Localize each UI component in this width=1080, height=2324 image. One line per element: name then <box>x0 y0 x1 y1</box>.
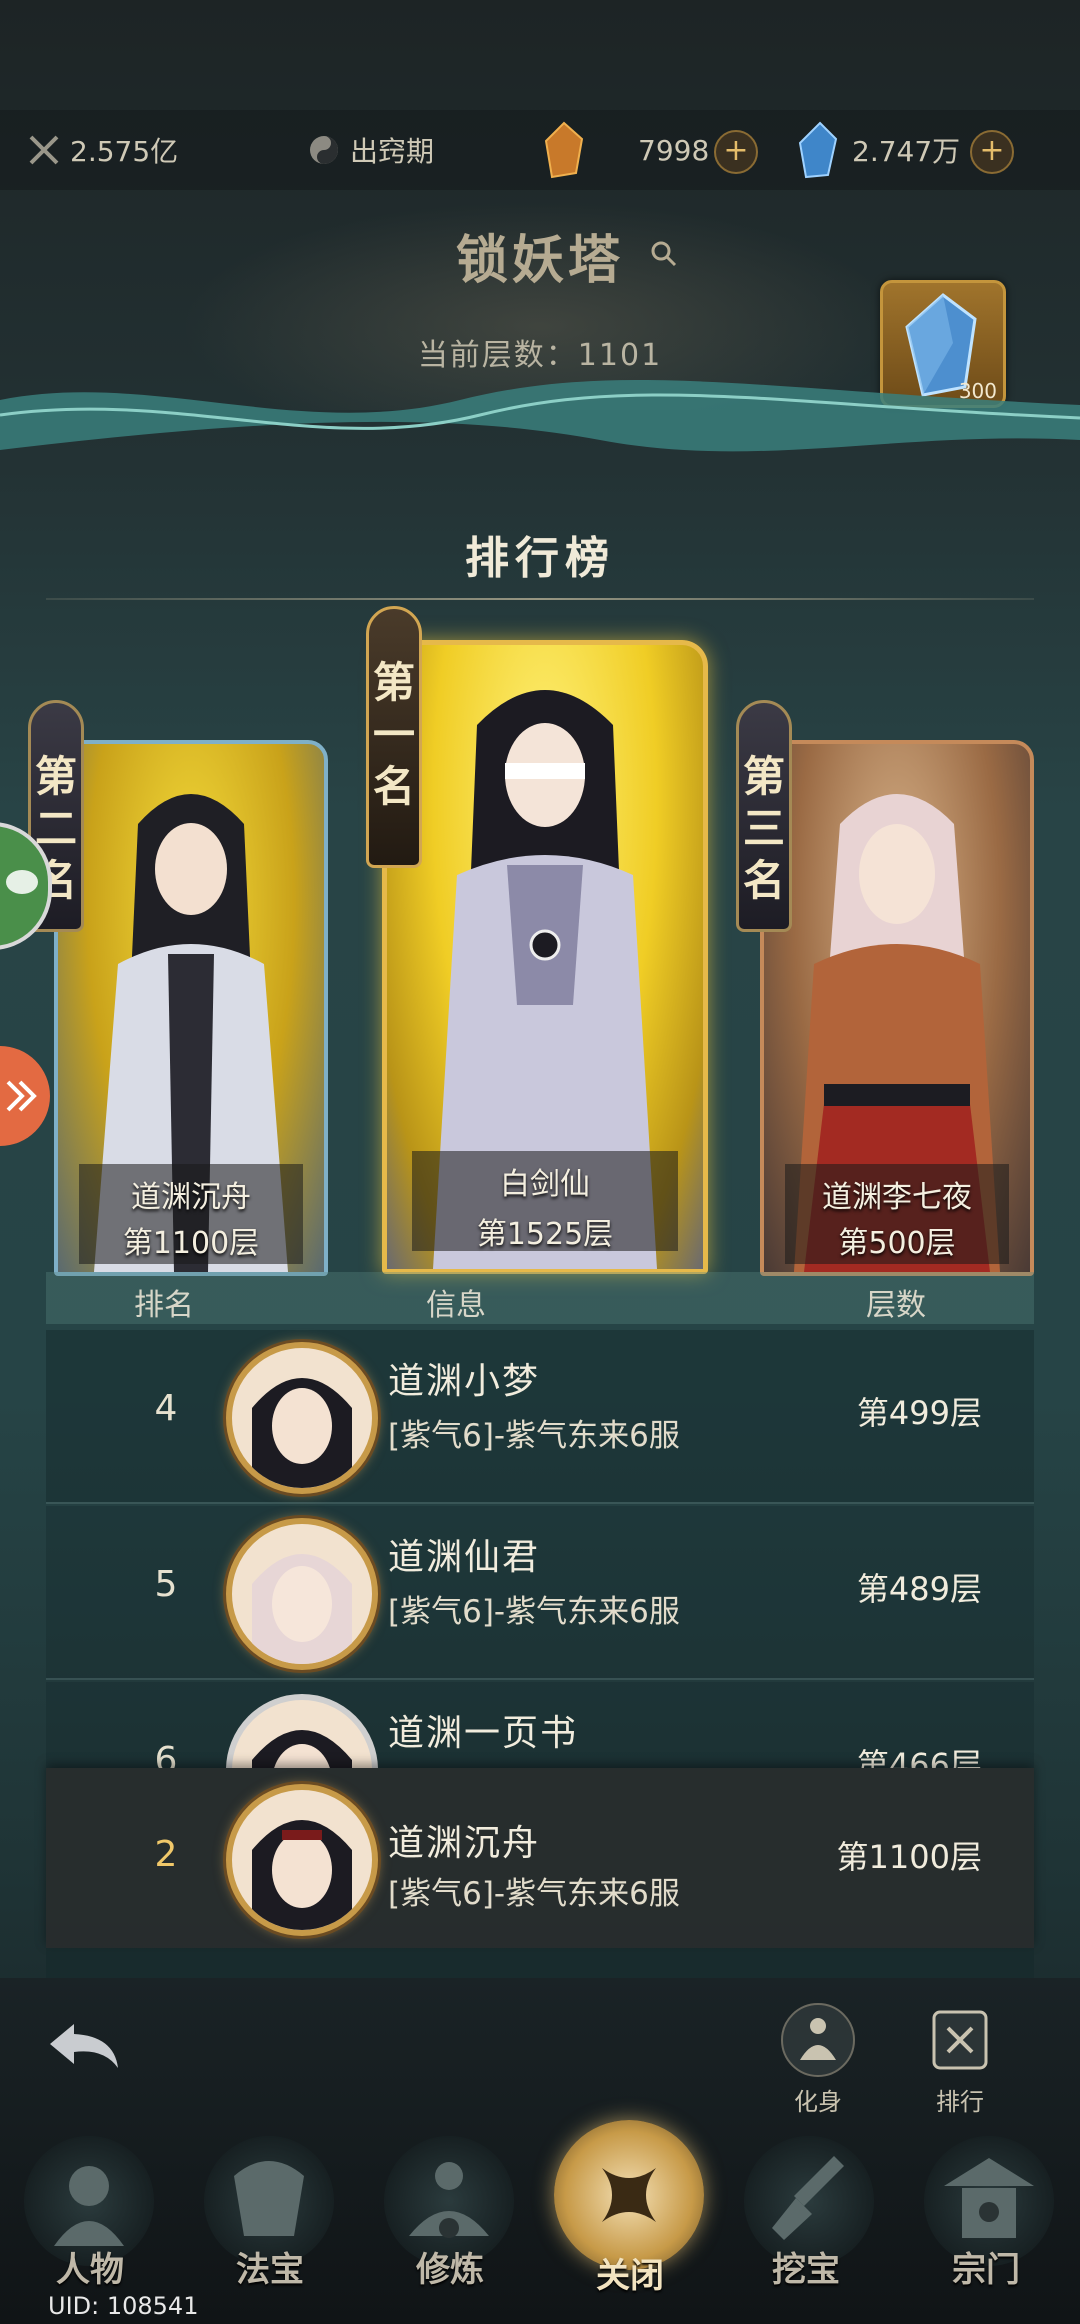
avatar <box>226 1342 378 1494</box>
back-arrow-icon <box>50 2024 118 2068</box>
podium-floor: 第1525层 <box>476 1217 614 1252</box>
podium-name: 道渊李七夜 <box>822 1180 972 1215</box>
nav-label: 法宝 <box>236 2250 304 2290</box>
power-resource: 2.575亿 <box>24 110 178 190</box>
nav-label: 人物 <box>56 2250 124 2290</box>
row-name: 道渊小梦 <box>388 1361 541 1402</box>
ranking-action-button[interactable] <box>920 2000 1000 2080</box>
amber-ore-icon <box>540 120 588 180</box>
meditating-figure-icon <box>781 2003 855 2077</box>
avatar <box>226 1694 378 1768</box>
podium-card-first[interactable]: 白剑仙 第1525层 <box>382 640 708 1274</box>
table-row[interactable]: 5 道渊仙君 [紫气6]-紫气东来6服 第489层 <box>46 1506 1034 1678</box>
nav-label: 挖宝 <box>772 2250 840 2290</box>
blue-crystal-icon <box>796 120 840 180</box>
row-divider <box>46 1502 1034 1504</box>
ore-resource: 7998 <box>540 110 709 190</box>
crystal-resource: 2.747万 <box>796 110 960 190</box>
rank-label: 第一名 <box>373 658 416 811</box>
double-chevron-right-icon <box>6 1080 37 1112</box>
row-server: [紫气6]-紫气东来6服 <box>388 1418 680 1454</box>
ranking-action-label: 排行 <box>936 2088 984 2116</box>
self-floor: 第1100层 <box>836 1838 982 1876</box>
nav-label: 关闭 <box>596 2256 664 2296</box>
chat-bubble-icon <box>6 870 38 894</box>
rank-flag-first: 第一名 <box>366 606 422 868</box>
leaderboard-title: 排行榜 <box>465 533 615 584</box>
power-value: 2.575亿 <box>70 135 179 168</box>
self-name: 道渊沉舟 <box>388 1823 541 1864</box>
column-rank: 排名 <box>134 1288 194 1323</box>
expand-side-button[interactable] <box>0 1046 50 1146</box>
row-floor: 第466层 <box>856 1746 982 1768</box>
row-rank: 5 <box>154 1564 178 1605</box>
podium-floor: 第500层 <box>838 1226 956 1261</box>
user-id: UID: 108541 <box>48 2292 199 2320</box>
list-bottom-edge <box>46 1948 1034 1978</box>
row-rank: 6 <box>154 1740 178 1768</box>
teal-wave-decoration <box>0 380 1080 452</box>
rank-label: 第三名 <box>743 752 786 905</box>
row-floor: 第489层 <box>856 1570 982 1608</box>
ore-add-button[interactable]: + <box>714 130 758 174</box>
avatar <box>226 1518 378 1670</box>
stage-resource: 出窍期 <box>304 110 434 190</box>
crystal-add-button[interactable]: + <box>970 130 1014 174</box>
ore-value: 7998 <box>638 133 710 167</box>
nav-label: 修炼 <box>416 2250 484 2290</box>
nav-label: 宗门 <box>952 2250 1020 2290</box>
back-button[interactable] <box>44 2016 124 2080</box>
row-floor: 第499层 <box>856 1394 982 1432</box>
podium-name: 道渊沉舟 <box>131 1180 251 1215</box>
row-rank: 4 <box>154 1388 178 1429</box>
self-rank-row[interactable]: 2 道渊沉舟 [紫气6]-紫气东来6服 第1100层 <box>46 1768 1034 1948</box>
stage-value: 出窍期 <box>350 135 435 168</box>
resource-bar: 2.575亿 出窍期 7998 + 2.747万 + <box>0 110 1080 190</box>
avatar-action-label: 化身 <box>794 2088 842 2116</box>
self-server: [紫气6]-紫气东来6服 <box>388 1876 680 1912</box>
crystal-value: 2.747万 <box>852 135 961 168</box>
rank-flag-third: 第三名 <box>736 700 792 932</box>
column-floors: 层数 <box>866 1288 926 1323</box>
title-divider <box>46 598 1034 600</box>
row-name: 道渊一页书 <box>388 1713 579 1754</box>
table-row[interactable]: 6 道渊一页书 第466层 <box>46 1682 1034 1768</box>
podium-name: 白剑仙 <box>500 1167 590 1202</box>
yin-yang-icon <box>304 130 344 170</box>
avatar <box>226 1784 378 1936</box>
row-server: [紫气6]-紫气东来6服 <box>388 1594 680 1630</box>
search-icon[interactable] <box>650 240 678 272</box>
podium-card-third[interactable]: 道渊李七夜 第500层 <box>760 740 1034 1276</box>
column-info: 信息 <box>426 1288 486 1323</box>
row-divider <box>46 1678 1034 1680</box>
podium-floor: 第1100层 <box>122 1226 260 1261</box>
podium-card-second[interactable]: 道渊沉舟 第1100层 <box>54 740 328 1276</box>
scroll-ranking-icon <box>932 2010 988 2070</box>
avatar-action-button[interactable] <box>778 2000 858 2080</box>
row-name: 道渊仙君 <box>388 1537 541 1578</box>
crossed-swords-icon <box>24 130 64 170</box>
self-rank: 2 <box>154 1834 178 1875</box>
table-row[interactable]: 4 道渊小梦 [紫气6]-紫气东来6服 第499层 <box>46 1330 1034 1502</box>
